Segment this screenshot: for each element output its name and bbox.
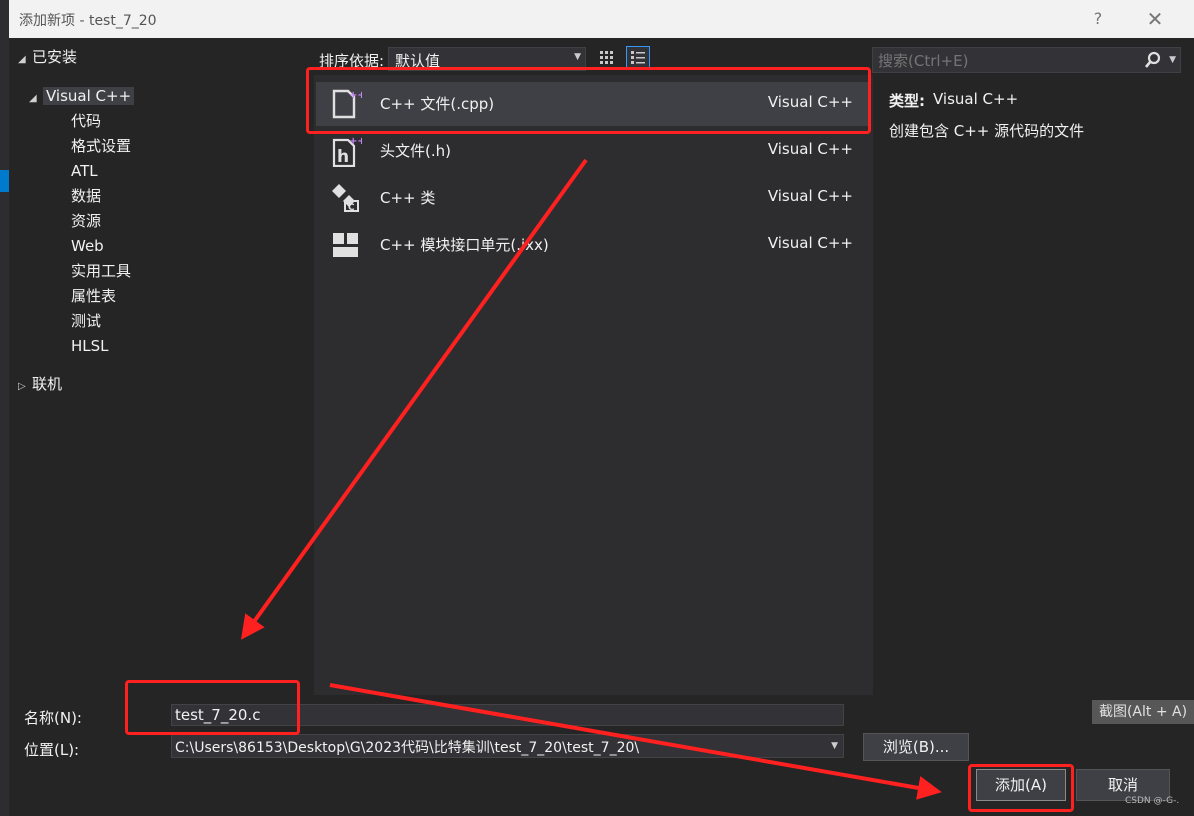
- annotation-arrows: [240, 158, 942, 800]
- annotation-arrow-to-name: [240, 158, 588, 640]
- annotation-arrow-to-add: [329, 683, 942, 800]
